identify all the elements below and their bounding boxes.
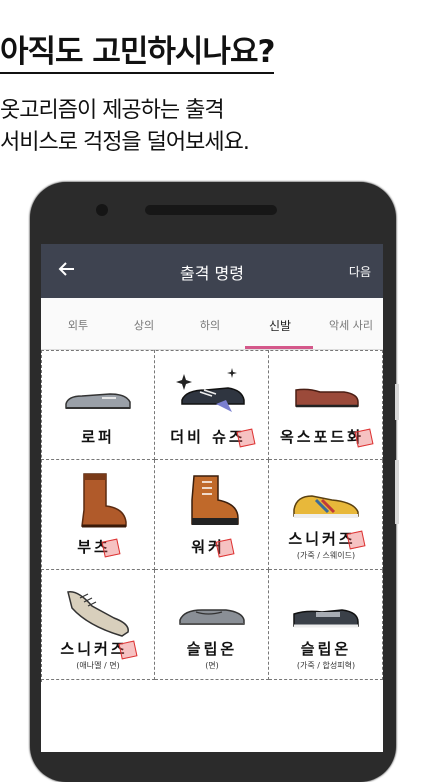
item-sublabel: (면) [205,661,219,670]
tab-accessories[interactable]: 악세 사리 [321,317,381,333]
oxford-shoes-icon [295,388,359,408]
hanja-stamp [354,428,374,448]
item-sublabel: (가죽 / 합성피혁) [296,661,356,670]
item-label: 옥스포드화 [269,426,383,448]
hanja-stamp [118,640,138,660]
grid-item-walker[interactable]: 워커 [155,460,269,570]
grid-item-leather-slip-on[interactable]: 슬립온 (가죽 / 합성피혁) [269,570,383,680]
item-label: 슬립온 [300,640,352,658]
grid-item-boots[interactable]: 부츠 [41,460,155,570]
leather-slip-on-icon [293,609,359,628]
item-label: 워커 [155,536,269,558]
item-sublabel: (가죽 / 스웨이드) [296,551,356,560]
promo-line-2: 서비스로 걱정을 덜어보세요. [0,130,250,155]
tab-top[interactable]: 상의 [125,317,163,333]
boots-icon [81,473,127,528]
app-bar: 출격 명령 다음 [41,244,383,298]
active-tab-indicator [245,346,313,349]
item-label: 슬립온 [186,640,238,658]
phone-side-button [395,384,399,420]
hanja-stamp [346,530,366,550]
hanja-stamp [101,538,121,558]
grid-item-oxford[interactable]: 옥스포드화 [269,350,383,460]
hanja-stamp [236,428,256,448]
item-label: 스니커즈 [41,638,155,660]
item-label: 로퍼 [81,428,115,446]
hanja-stamp [215,538,235,558]
tab-shoes[interactable]: 신발 [259,317,301,334]
grid-item-derby[interactable]: 더비 슈즈 [155,350,269,460]
next-button[interactable]: 다음 [349,263,371,280]
phone-side-button [395,460,399,524]
derby-shoes-icon [176,368,245,412]
speaker-icon [145,205,277,215]
page-title: 출격 명령 [180,264,244,283]
item-label: 부츠 [41,536,155,558]
grid-item-loafer[interactable]: 로퍼 [41,350,155,460]
app-screen: 출격 명령 다음 외투 상의 하의 신발 악세 사리 로퍼 더비 슈즈 옥스포드… [41,244,383,752]
grid-item-slip-on[interactable]: 슬립온 (면) [155,570,269,680]
grid-item-canvas-sneaker[interactable]: 스니커즈 (애나멜 / 면) [41,570,155,680]
promo-title: 아직도 고민하시나요? [0,26,422,74]
tab-outer[interactable]: 외투 [59,317,97,333]
tab-bottom[interactable]: 하의 [191,317,229,333]
leather-sneaker-icon [293,495,359,518]
loafer-icon [65,393,131,409]
item-label: 스니커즈 [269,528,383,550]
grid-item-leather-sneaker[interactable]: 스니커즈 (가죽 / 스웨이드) [269,460,383,570]
category-tabs: 외투 상의 하의 신발 악세 사리 [41,298,383,350]
slip-on-icon [179,609,245,625]
walker-boots-icon [191,475,239,525]
camera-icon [96,204,108,216]
item-label: 더비 슈즈 [155,426,269,448]
shoe-grid: 로퍼 더비 슈즈 옥스포드화 부츠 워커 스니커즈 (가죽 / 스웨이드) 스니… [41,350,383,682]
item-sublabel: (애나멜 / 면) [76,661,120,670]
canvas-sneaker-icon [67,591,129,637]
promo-line-1: 옷고리즘이 제공하는 출격 [0,98,225,123]
